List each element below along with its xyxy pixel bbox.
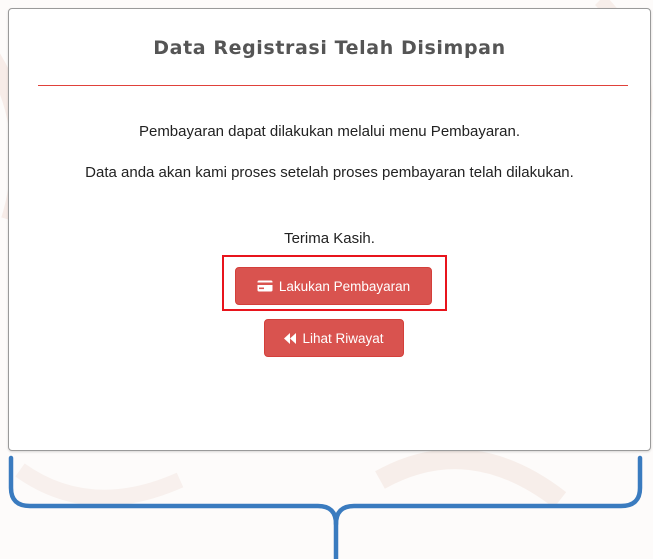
title-divider [38, 85, 628, 86]
history-button-label: Lihat Riwayat [302, 330, 384, 346]
payment-info-text: Pembayaran dapat dilakukan melalui menu … [138, 123, 521, 140]
credit-card-icon [257, 280, 273, 292]
thank-you-text: Terima Kasih. [284, 230, 375, 247]
pay-button[interactable]: Lakukan Pembayaran [235, 267, 432, 305]
backward-icon [284, 332, 297, 344]
page-title: Data Registrasi Telah Disimpan [153, 37, 506, 59]
history-button[interactable]: Lihat Riwayat [264, 319, 404, 357]
registration-card: Data Registrasi Telah Disimpan Pembayara… [8, 8, 651, 451]
pay-button-label: Lakukan Pembayaran [278, 278, 411, 294]
process-info-text: Data anda akan kami proses setelah prose… [85, 164, 574, 181]
